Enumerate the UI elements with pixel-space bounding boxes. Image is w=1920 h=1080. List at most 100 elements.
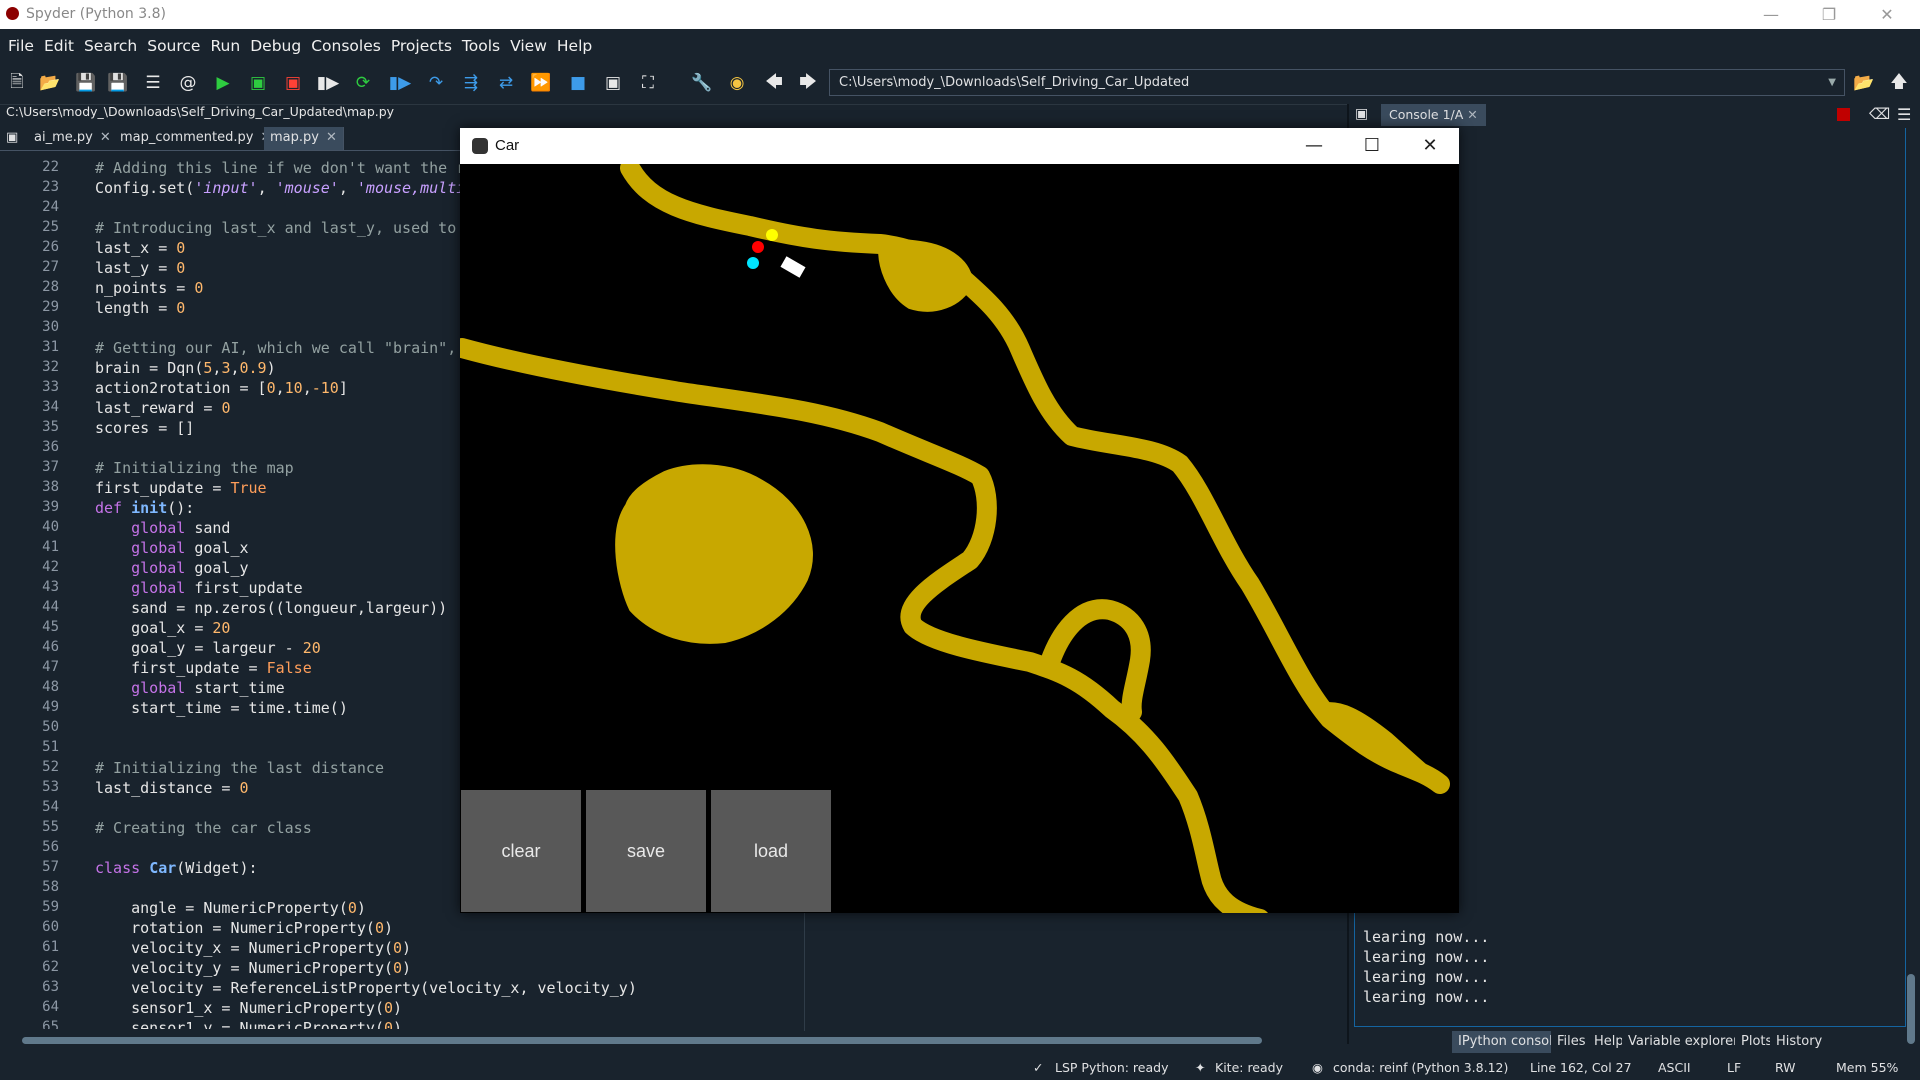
car-window-titlebar: Car — ☐ ✕ (460, 128, 1459, 164)
scrollbar-thumb[interactable] (22, 1037, 1262, 1044)
run-cell-advance-icon[interactable]: ▣ (281, 71, 305, 95)
back-arrow-icon[interactable]: 🡄 (762, 71, 786, 95)
save-all-icon[interactable]: 💾 (106, 71, 130, 95)
close-tab-icon[interactable]: ✕ (100, 130, 111, 145)
line-number: 56 (42, 839, 59, 855)
run-icon[interactable]: ▶ (211, 71, 235, 95)
menu-run[interactable]: Run (205, 29, 245, 63)
continue-icon[interactable]: ⏩ (529, 71, 553, 95)
list-icon[interactable]: ☰ (141, 71, 165, 95)
menu-tools[interactable]: Tools (457, 29, 505, 63)
load-button[interactable]: load (711, 790, 831, 912)
line-number: 29 (42, 299, 59, 315)
python-path-icon[interactable]: ◉ (725, 71, 749, 95)
close-tab-icon[interactable]: ✕ (1467, 107, 1477, 122)
fullscreen-icon[interactable]: ⛶ (636, 71, 660, 95)
options-menu-icon[interactable]: ☰ (1897, 105, 1911, 124)
line-number: 53 (42, 779, 59, 795)
menu-search[interactable]: Search (79, 29, 142, 63)
console-tab-label: Console 1/A (1389, 107, 1464, 122)
parent-directory-icon[interactable]: 🡅 (1887, 71, 1911, 95)
browse-tabs-icon[interactable]: ▣ (0, 127, 28, 150)
step-return-icon[interactable]: ⇄ (494, 71, 518, 95)
kivy-logo-icon (472, 138, 488, 154)
code-line: # Getting our AI, which we call "brain", (95, 339, 457, 357)
run-selection-icon[interactable]: ▮▶ (316, 71, 340, 95)
tab-ai-me[interactable]: ai_me.py ✕ (28, 127, 118, 150)
open-file-icon[interactable]: 📂 (38, 71, 62, 95)
line-number: 26 (42, 239, 59, 255)
menu-source[interactable]: Source (142, 29, 205, 63)
working-directory-input[interactable]: C:\Users\mody_\Downloads\Self_Driving_Ca… (829, 69, 1845, 96)
line-number: 63 (42, 979, 59, 995)
preferences-wrench-icon[interactable]: 🔧 (690, 71, 714, 95)
save-button[interactable]: save (586, 790, 706, 912)
tab-history[interactable]: History (1770, 1031, 1829, 1053)
debug-icon[interactable]: ▮▶ (388, 71, 412, 95)
conda-icon: ◉ (1312, 1060, 1323, 1075)
browse-folder-icon[interactable]: 📂 (1852, 71, 1876, 95)
menu-projects[interactable]: Projects (386, 29, 457, 63)
code-line: # Adding this line if we don't want the … (95, 159, 466, 177)
sensor2-dot (766, 229, 778, 241)
save-icon[interactable]: 💾 (74, 71, 98, 95)
sand-blob-right (1319, 702, 1449, 789)
toolbar: 🗎 📂 💾 💾 ☰ @ ▶ ▣ ▣ ▮▶ ⟳ ▮▶ ↷ ⇶ ⇄ ⏩ ■ ▣ ⛶ … (0, 61, 1920, 105)
at-sign-icon[interactable]: @ (176, 71, 200, 95)
tab-variable-explorer[interactable]: Variable explorer (1622, 1031, 1745, 1053)
tab-files[interactable]: Files (1551, 1031, 1592, 1053)
cursor-position: Line 162, Col 27 (1530, 1060, 1632, 1075)
code-line: goal_y = largeur - 20 (95, 639, 321, 657)
status-bar: ✓ LSP Python: ready ✦ Kite: ready ◉ cond… (0, 1055, 1920, 1080)
new-file-icon[interactable]: 🗎 (5, 71, 29, 95)
menu-consoles[interactable]: Consoles (306, 29, 386, 63)
run-cell-icon[interactable]: ▣ (246, 71, 270, 95)
stop-debug-icon[interactable]: ■ (566, 71, 590, 95)
car (780, 256, 806, 278)
close-icon[interactable]: ✕ (1858, 0, 1916, 29)
stop-kernel-icon[interactable] (1837, 108, 1850, 121)
code-line: # Creating the car class (95, 819, 312, 837)
browse-tabs-icon[interactable]: ▣ (1355, 106, 1368, 122)
console-vertical-scrollbar[interactable] (1906, 134, 1916, 1044)
line-number-gutter: 22 23 24 25 26 27 28 29 30 31 32 33 34 35 36 37 38 39 40 41… (0, 151, 82, 1029)
eraser-icon[interactable]: ⌫ (1869, 105, 1890, 123)
tab-console[interactable]: Console 1/A ✕ (1381, 104, 1486, 126)
line-number: 34 (42, 399, 59, 415)
menu-debug[interactable]: Debug (245, 29, 306, 63)
menu-help[interactable]: Help (552, 29, 597, 63)
maximize-icon[interactable]: ☐ (1343, 128, 1401, 164)
line-number: 40 (42, 519, 59, 535)
tab-label: map_commented.py (120, 130, 254, 145)
code-line: global start_time (131, 679, 285, 697)
line-number: 31 (42, 339, 59, 355)
scrollbar-thumb[interactable] (1907, 974, 1915, 1044)
line-number: 59 (42, 899, 59, 915)
menu-view[interactable]: View (505, 29, 552, 63)
code-line: def init(): (95, 499, 195, 517)
step-icon[interactable]: ↷ (424, 71, 448, 95)
tab-map[interactable]: map.py ✕ (264, 127, 344, 150)
spyder-logo-icon (6, 7, 19, 20)
close-icon[interactable]: ✕ (1401, 128, 1459, 164)
restore-icon[interactable]: ❐ (1800, 0, 1858, 29)
menu-edit[interactable]: Edit (39, 29, 79, 63)
code-line: velocity_x = NumericProperty(0) (95, 939, 412, 957)
sensor1-dot (752, 241, 764, 253)
step-into-icon[interactable]: ⇶ (459, 71, 483, 95)
rerun-icon[interactable]: ⟳ (351, 71, 375, 95)
tab-label: ai_me.py (34, 130, 93, 145)
minimize-icon[interactable]: — (1742, 0, 1800, 29)
console-line: learing now... (1363, 948, 1490, 966)
tab-map-commented[interactable]: map_commented.py✕ (114, 127, 279, 150)
chevron-down-icon[interactable]: ▼ (1828, 70, 1836, 95)
minimize-icon[interactable]: — (1285, 128, 1343, 164)
code-line: global goal_y (131, 559, 249, 577)
menu-file[interactable]: File (3, 29, 39, 63)
tab-ipython-console[interactable]: IPython console (1452, 1031, 1567, 1053)
maximize-pane-icon[interactable]: ▣ (601, 71, 625, 95)
close-tab-icon[interactable]: ✕ (326, 130, 337, 145)
editor-horizontal-scrollbar[interactable] (14, 1035, 1324, 1045)
forward-arrow-icon[interactable]: 🡆 (796, 71, 820, 95)
clear-button[interactable]: clear (461, 790, 581, 912)
